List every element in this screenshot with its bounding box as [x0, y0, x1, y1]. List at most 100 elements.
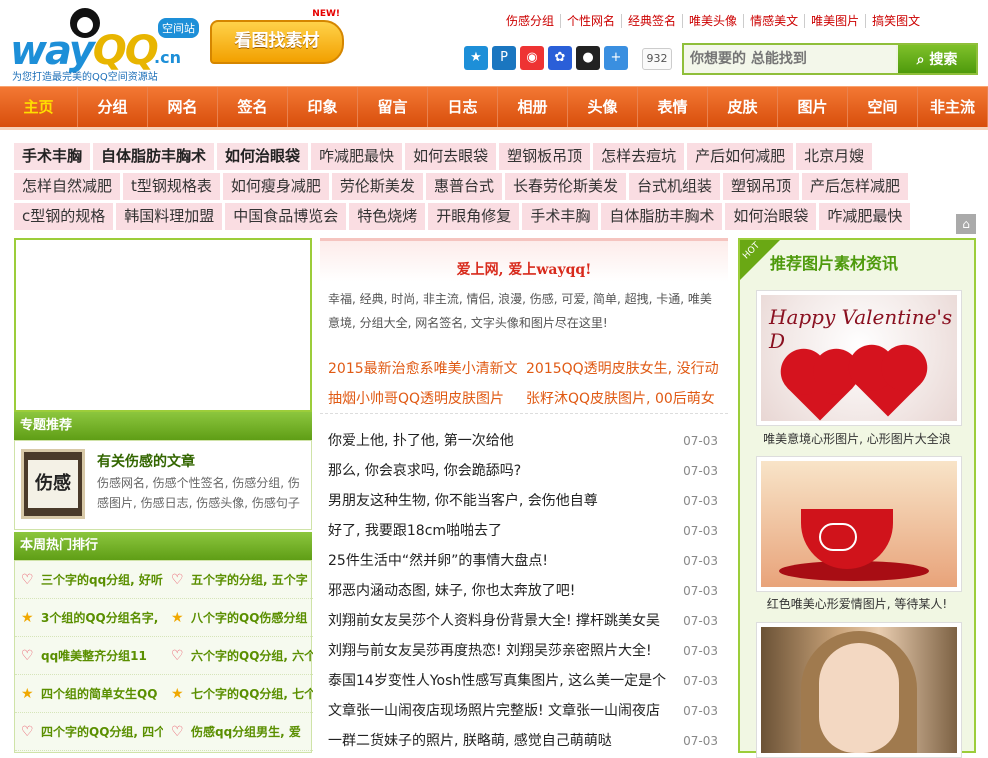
keyword-link[interactable]: 韩国料理加盟 — [116, 203, 223, 230]
topic-thumbnail[interactable]: 伤感 — [21, 449, 85, 519]
top-link[interactable]: 个性网名 — [560, 14, 621, 28]
site-logo[interactable]: wayQQ .cn 空间站 为您打造最完美的QQ空间资源站 — [8, 4, 208, 83]
news-item[interactable]: 那么, 你会哀求吗, 你会跪舔吗? 07-03 — [320, 456, 728, 486]
keyword-link[interactable]: 手术丰胸 — [14, 143, 91, 170]
news-item[interactable]: 泰国14岁变性人Yosh性感写真集图片, 这么美一定是个 07-03 — [320, 666, 728, 696]
nav-item[interactable]: 主页 — [0, 87, 78, 127]
nav-item[interactable]: 皮肤 — [708, 87, 778, 127]
home-icon[interactable]: ⌂ — [956, 214, 976, 234]
keyword-link[interactable]: 塑钢板吊顶 — [499, 143, 591, 170]
heart-cup-image[interactable] — [761, 461, 957, 587]
hot-item[interactable]: ★ 八个字的QQ伤感分组 — [165, 599, 313, 637]
nav-item[interactable]: 签名 — [218, 87, 288, 127]
nav-item[interactable]: 网名 — [148, 87, 218, 127]
news-item[interactable]: 刘翔前女友吴莎个人资料身份背景大全! 撑杆跳美女吴 07-03 — [320, 606, 728, 636]
nav-item[interactable]: 印象 — [288, 87, 358, 127]
sina-weibo-icon[interactable]: ◉ — [520, 46, 544, 70]
keyword-link[interactable]: 如何去眼袋 — [405, 143, 497, 170]
hot-item[interactable]: ★ 3个组的QQ分组名字, — [15, 599, 163, 637]
keyword-link[interactable]: 劳伦斯美发 — [331, 173, 423, 200]
news-title[interactable]: 你爱上他, 扑了他, 第一次给他 — [328, 426, 668, 456]
valentine-hearts-image[interactable]: Happy Valentine's D — [761, 295, 957, 421]
news-item[interactable]: 邪恶内涵动态图, 妹子, 你也太奔放了吧! 07-03 — [320, 576, 728, 606]
nav-item[interactable]: 空间 — [848, 87, 918, 127]
nav-item[interactable]: 表情 — [638, 87, 708, 127]
news-title[interactable]: 男朋友这种生物, 你不能当客户, 会伤他自尊 — [328, 486, 668, 516]
feature-link[interactable]: 2015最新治愈系唯美小清新文 — [328, 358, 524, 378]
hot-item[interactable]: ♡ 四个字的QQ分组, 四个 — [15, 713, 163, 751]
top-link[interactable]: 经典签名 — [621, 14, 682, 28]
nav-item[interactable]: 日志 — [428, 87, 498, 127]
news-title[interactable]: 好了, 我要跟18cm啪啪去了 — [328, 516, 668, 546]
keyword-link[interactable]: 开眼角修复 — [428, 203, 520, 230]
baidu-icon[interactable]: ✿ — [548, 46, 572, 70]
hot-item[interactable]: ♡ 伤感qq分组男生, 爱 — [165, 713, 313, 751]
news-title[interactable]: 刘翔前女友吴莎个人资料身份背景大全! 撑杆跳美女吴 — [328, 606, 668, 636]
qq-icon[interactable]: ● — [576, 46, 600, 70]
keyword-link[interactable]: 塑钢吊顶 — [722, 173, 799, 200]
news-item[interactable]: 文章张一山闹夜店现场照片完整版! 文章张一山闹夜店 07-03 — [320, 696, 728, 726]
keyword-link[interactable]: 产后如何减肥 — [687, 143, 794, 170]
keyword-link[interactable]: 北京月嫂 — [796, 143, 873, 170]
hot-item[interactable]: ♡ 三个字的qq分组, 好听 — [15, 561, 163, 599]
nav-item[interactable]: 头像 — [568, 87, 638, 127]
news-title[interactable]: 邪恶内涵动态图, 妹子, 你也太奔放了吧! — [328, 576, 668, 606]
nav-item[interactable]: 留言 — [358, 87, 428, 127]
portrait-image[interactable] — [761, 627, 957, 753]
keyword-link[interactable]: 台式机组装 — [628, 173, 720, 200]
nav-item[interactable]: 图片 — [778, 87, 848, 127]
news-item[interactable]: 你爱上他, 扑了他, 第一次给他 07-03 — [320, 426, 728, 456]
picture-caption[interactable]: 红色唯美心形爱情图片, 等待某人! — [740, 595, 974, 612]
top-link[interactable]: 搞笑图文 — [865, 14, 926, 28]
picture-card[interactable]: Happy Valentine's D — [756, 290, 962, 426]
hot-item[interactable]: ♡ 六个字的QQ分组, 六个 — [165, 637, 313, 675]
feature-link[interactable]: 2015QQ透明皮肤女生, 没行动 — [526, 358, 722, 378]
news-item[interactable]: 刘翔与前女友吴莎再度热恋! 刘翔吴莎亲密照片大全! 07-03 — [320, 636, 728, 666]
top-link[interactable]: 伤感分组 — [500, 14, 560, 28]
top-link[interactable]: 唯美头像 — [682, 14, 743, 28]
news-title[interactable]: 一群二货妹子的照片, 朕略萌, 感觉自己萌萌哒 — [328, 726, 668, 756]
keyword-link[interactable]: 长春劳伦斯美发 — [504, 173, 626, 200]
picture-card[interactable] — [756, 622, 962, 758]
keyword-link[interactable]: 咋减肥最快 — [819, 203, 911, 230]
picture-card[interactable] — [756, 456, 962, 592]
news-title[interactable]: 刘翔与前女友吴莎再度热恋! 刘翔吴莎亲密照片大全! — [328, 636, 668, 666]
news-title[interactable]: 那么, 你会哀求吗, 你会跪舔吗? — [328, 456, 668, 486]
hot-item[interactable]: ♡ 五个字的分组, 五个字 — [165, 561, 313, 599]
keyword-link[interactable]: 自体脂肪丰胸术 — [601, 203, 723, 230]
news-title[interactable]: 25件生活中“然并卵”的事情大盘点! — [328, 546, 668, 576]
keyword-link[interactable]: 产后怎样减肥 — [802, 173, 909, 200]
keyword-link[interactable]: 咋减肥最快 — [311, 143, 403, 170]
topic-card[interactable]: 伤感 有关伤感的文章 伤感网名, 伤感个性签名, 伤感分组, 伤感图片, 伤感日… — [14, 440, 312, 530]
search-button[interactable]: ⌕ 搜索 — [898, 45, 976, 73]
keyword-link[interactable]: 惠普台式 — [425, 173, 502, 200]
news-item[interactable]: 25件生活中“然并卵”的事情大盘点! 07-03 — [320, 546, 728, 576]
nav-item[interactable]: 分组 — [78, 87, 148, 127]
nav-item[interactable]: 非主流 — [918, 87, 988, 127]
keyword-link[interactable]: 如何治眼袋 — [725, 203, 817, 230]
keyword-link[interactable]: 如何瘦身减肥 — [222, 173, 329, 200]
keyword-link[interactable]: 自体脂肪丰胸术 — [93, 143, 215, 170]
top-link[interactable]: 情感美文 — [743, 14, 804, 28]
hot-item[interactable]: ★ 四个组的简单女生QQ — [15, 675, 163, 713]
more-share-icon[interactable]: + — [604, 46, 628, 70]
feature-link[interactable]: 抽烟小帅哥QQ透明皮肤图片 — [328, 388, 524, 408]
news-item[interactable]: 好了, 我要跟18cm啪啪去了 07-03 — [320, 516, 728, 546]
picture-caption[interactable]: 唯美意境心形图片, 心形图片大全浪 — [740, 430, 974, 447]
keyword-link[interactable]: 中国食品博览会 — [225, 203, 347, 230]
qzone-icon[interactable]: ★ — [464, 46, 488, 70]
hot-item[interactable]: ★ 七个字的QQ分组, 七个 — [165, 675, 313, 713]
keyword-link[interactable]: 怎样去痘坑 — [593, 143, 685, 170]
keyword-link[interactable]: 手术丰胸 — [522, 203, 599, 230]
topic-title[interactable]: 有关伤感的文章 — [97, 451, 195, 471]
share-count[interactable]: 932 — [642, 48, 672, 70]
keyword-link[interactable]: 怎样自然减肥 — [14, 173, 121, 200]
nav-item[interactable]: 相册 — [498, 87, 568, 127]
feature-link[interactable]: 张籽沐QQ皮肤图片, 00后萌女 — [526, 388, 722, 408]
news-title[interactable]: 泰国14岁变性人Yosh性感写真集图片, 这么美一定是个 — [328, 666, 668, 696]
keyword-link[interactable]: t型钢规格表 — [123, 173, 220, 200]
keyword-link[interactable]: 特色烧烤 — [349, 203, 426, 230]
keyword-link[interactable]: c型钢的规格 — [14, 203, 114, 230]
hot-item[interactable]: ♡ qq唯美整齐分组11 — [15, 637, 163, 675]
news-item[interactable]: 男朋友这种生物, 你不能当客户, 会伤他自尊 07-03 — [320, 486, 728, 516]
